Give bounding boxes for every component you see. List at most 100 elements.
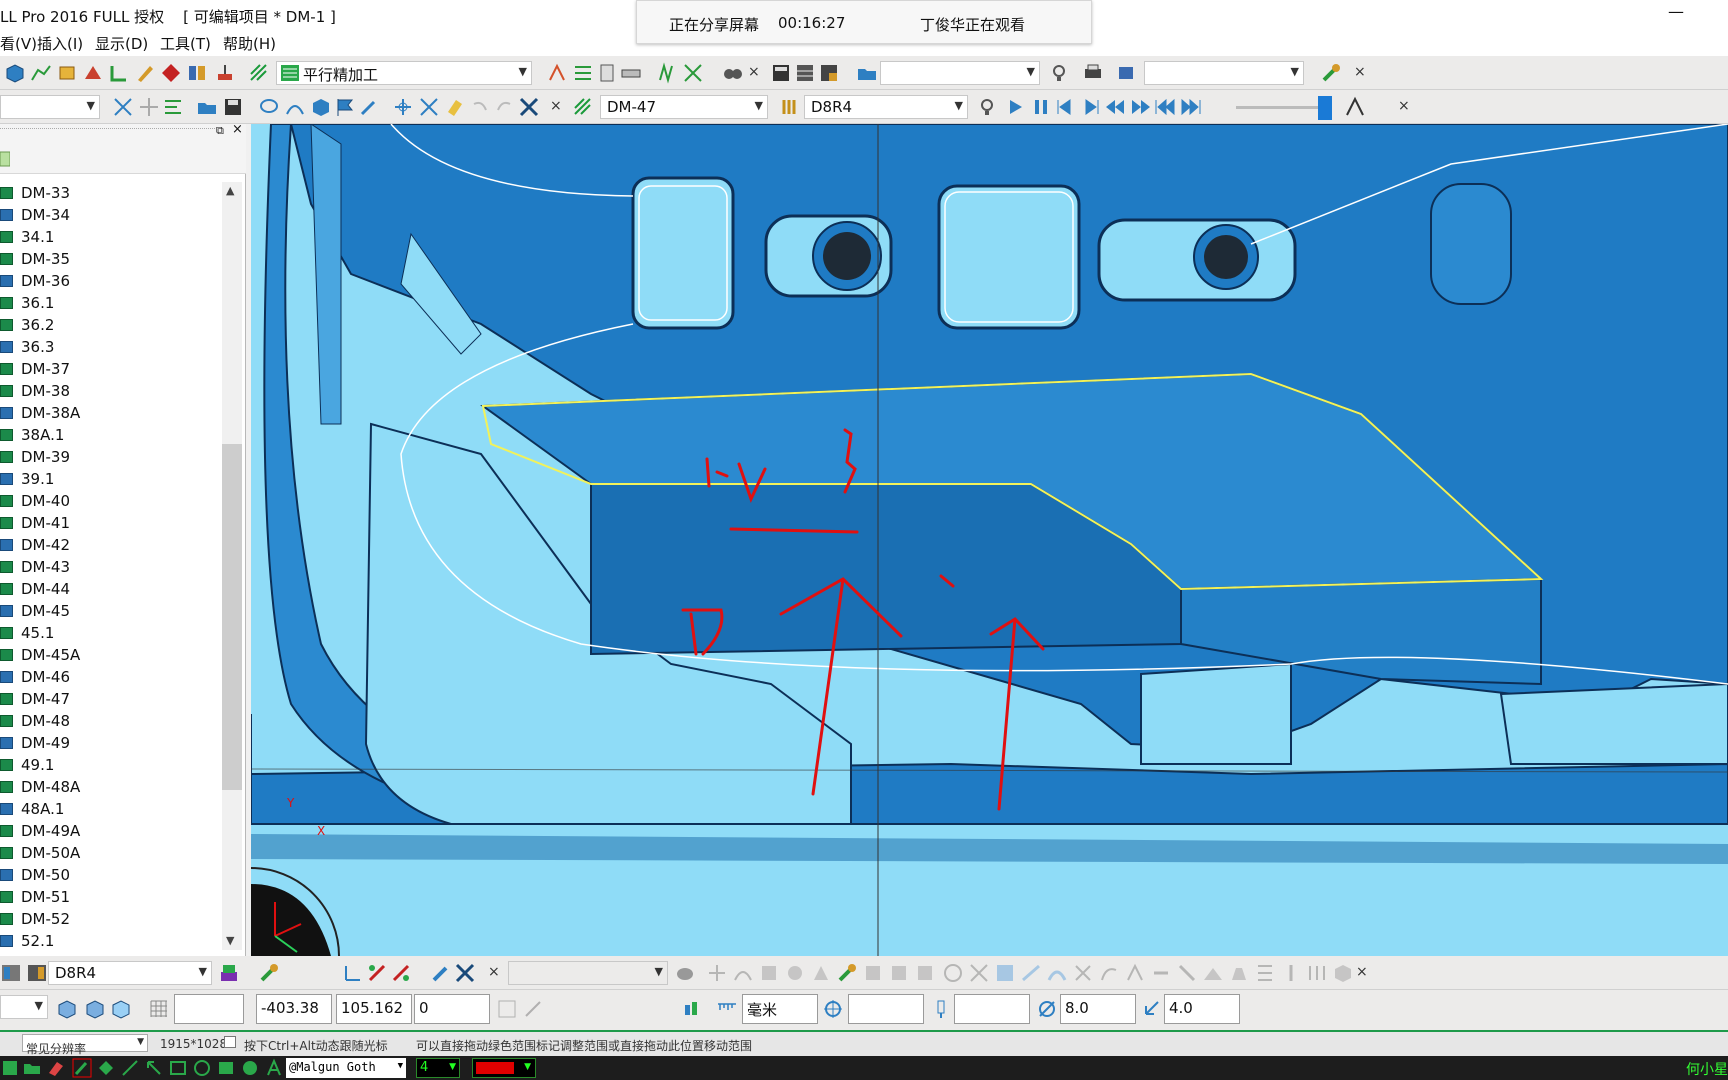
edit-icon[interactable] bbox=[134, 62, 156, 84]
follow-cursor-checkbox[interactable] bbox=[224, 1036, 236, 1048]
tree-item[interactable]: DM-33 bbox=[0, 182, 222, 204]
cube-view-icon-1[interactable] bbox=[56, 998, 78, 1020]
disabled-tool-icon-6[interactable] bbox=[862, 962, 884, 984]
crossed-tools-icon[interactable] bbox=[682, 62, 704, 84]
minimize-button[interactable]: — bbox=[1668, 2, 1684, 21]
units-field[interactable]: 毫米 bbox=[742, 994, 818, 1024]
line-tool-icon[interactable] bbox=[120, 1058, 140, 1078]
tool-check-icon[interactable] bbox=[390, 962, 412, 984]
go-start-icon[interactable] bbox=[1154, 96, 1176, 118]
y-coordinate-field[interactable]: 105.162 bbox=[336, 994, 412, 1024]
disabled-tool-icon-16[interactable] bbox=[1254, 962, 1276, 984]
move-icon[interactable] bbox=[138, 96, 160, 118]
strategy-select[interactable]: 平行精加工 ▼ bbox=[276, 61, 532, 85]
filled-ellipse-tool-icon[interactable] bbox=[240, 1058, 260, 1078]
view-select-icon-1[interactable] bbox=[994, 962, 1016, 984]
crosshair-icon[interactable] bbox=[822, 998, 844, 1020]
coordinate-mode-select[interactable]: ▼ bbox=[0, 995, 48, 1019]
boundary-icon[interactable] bbox=[56, 62, 78, 84]
tree-item[interactable]: 36.3 bbox=[0, 336, 222, 358]
disabled-tool-icon-17[interactable] bbox=[1280, 962, 1302, 984]
save-icon[interactable] bbox=[222, 96, 244, 118]
menu-insert[interactable]: 插入(I) bbox=[37, 33, 83, 54]
bottom-tool-select[interactable]: D8R4 ▼ bbox=[48, 961, 212, 985]
go-end-icon[interactable] bbox=[1180, 96, 1202, 118]
corner-radius-field[interactable]: 4.0 bbox=[1164, 994, 1240, 1024]
disabled-select[interactable]: ▼ bbox=[508, 961, 668, 985]
graphics-viewport[interactable]: Y X bbox=[251, 124, 1728, 956]
rectangle-tool-icon[interactable] bbox=[168, 1058, 188, 1078]
model-select[interactable]: DM-47 ▼ bbox=[600, 95, 768, 119]
tree-item[interactable]: DM-46 bbox=[0, 666, 222, 688]
rewind-icon[interactable] bbox=[1104, 96, 1126, 118]
tool-length-icon[interactable] bbox=[930, 998, 952, 1020]
cube-view-icon-2[interactable] bbox=[84, 998, 106, 1020]
box-select-icon[interactable] bbox=[310, 96, 332, 118]
empty-select-1[interactable]: ▼ bbox=[880, 61, 1040, 85]
tree-item[interactable]: DM-50A bbox=[0, 842, 222, 864]
disabled-tool-icon-10[interactable] bbox=[1098, 962, 1120, 984]
view-select[interactable]: ▼ bbox=[0, 95, 100, 119]
tree-item[interactable]: DM-36 bbox=[0, 270, 222, 292]
diameter-icon[interactable] bbox=[1036, 998, 1058, 1020]
close-icon[interactable]: × bbox=[488, 964, 500, 980]
tree-item[interactable]: DM-45 bbox=[0, 600, 222, 622]
tree-item[interactable]: DM-49A bbox=[0, 820, 222, 842]
resolution-select[interactable]: 常见分辨率 ▼ bbox=[22, 1034, 148, 1056]
tool-orientation-icon[interactable] bbox=[1344, 96, 1366, 118]
tool-wizard-icon[interactable] bbox=[258, 962, 280, 984]
gauge-icon[interactable] bbox=[942, 962, 964, 984]
corner-radius-icon[interactable] bbox=[1140, 998, 1162, 1020]
close-icon[interactable]: × bbox=[1398, 98, 1410, 114]
crossed-edit-icon[interactable] bbox=[454, 962, 476, 984]
open-file-icon[interactable] bbox=[196, 96, 218, 118]
curve-icon[interactable] bbox=[284, 96, 306, 118]
flag-icon[interactable] bbox=[334, 96, 356, 118]
disabled-tool-icon-1[interactable] bbox=[706, 962, 728, 984]
pause-icon[interactable] bbox=[1030, 96, 1052, 118]
tool-flag-icon[interactable] bbox=[366, 962, 388, 984]
tree-item[interactable]: DM-34 bbox=[0, 204, 222, 226]
disabled-tool-icon-4[interactable] bbox=[784, 962, 806, 984]
view-select-icon-2[interactable] bbox=[1020, 962, 1042, 984]
pen-tool-icon[interactable] bbox=[72, 1058, 92, 1078]
tool-holder-icon[interactable] bbox=[26, 962, 48, 984]
tree-item[interactable]: DM-37 bbox=[0, 358, 222, 380]
close-icon[interactable]: × bbox=[1356, 964, 1368, 980]
stroke-size-select[interactable]: 4 ▼ bbox=[416, 1058, 460, 1078]
scroll-up-icon[interactable]: ▲ bbox=[226, 184, 234, 197]
stock-icon[interactable] bbox=[674, 962, 696, 984]
tool-database-icon[interactable] bbox=[0, 962, 22, 984]
ellipse-tool-icon[interactable] bbox=[192, 1058, 212, 1078]
align-icon[interactable] bbox=[162, 96, 184, 118]
pattern-icon[interactable] bbox=[572, 62, 594, 84]
menu-tools[interactable]: 工具(T) bbox=[160, 33, 211, 54]
tree-item[interactable]: 34.1 bbox=[0, 226, 222, 248]
menu-display[interactable]: 显示(D) bbox=[95, 33, 148, 54]
undo-icon[interactable] bbox=[468, 96, 490, 118]
disabled-tool-icon-11[interactable] bbox=[1124, 962, 1146, 984]
disabled-tool-icon-9[interactable] bbox=[1072, 962, 1094, 984]
tool-stack-icon[interactable] bbox=[218, 962, 240, 984]
eraser-icon[interactable] bbox=[444, 96, 466, 118]
disabled-cross-icon[interactable] bbox=[968, 962, 990, 984]
tree-item[interactable]: DM-45A bbox=[0, 644, 222, 666]
probe-icon[interactable] bbox=[1320, 62, 1342, 84]
surface-icon[interactable] bbox=[30, 62, 52, 84]
view-select-icon-3[interactable] bbox=[1046, 962, 1068, 984]
eraser-tool-icon[interactable] bbox=[46, 1058, 66, 1078]
lasso-icon[interactable] bbox=[258, 96, 280, 118]
tool-select[interactable]: D8R4 ▼ bbox=[804, 95, 968, 119]
cube-view-icon-3[interactable] bbox=[110, 998, 132, 1020]
lead-icon[interactable] bbox=[108, 62, 130, 84]
fill-tool-icon[interactable] bbox=[96, 1058, 116, 1078]
diameter-field[interactable]: 8.0 bbox=[1060, 994, 1136, 1024]
simulate-icon[interactable] bbox=[836, 962, 858, 984]
tool-axis-icon[interactable] bbox=[342, 962, 364, 984]
ruler-icon[interactable] bbox=[620, 62, 642, 84]
disabled-tool-icon-15[interactable] bbox=[1228, 962, 1250, 984]
tree-item[interactable]: 36.2 bbox=[0, 314, 222, 336]
slider-thumb[interactable] bbox=[1318, 96, 1332, 120]
tree-item[interactable]: DM-38 bbox=[0, 380, 222, 402]
tree-item[interactable]: DM-44 bbox=[0, 578, 222, 600]
